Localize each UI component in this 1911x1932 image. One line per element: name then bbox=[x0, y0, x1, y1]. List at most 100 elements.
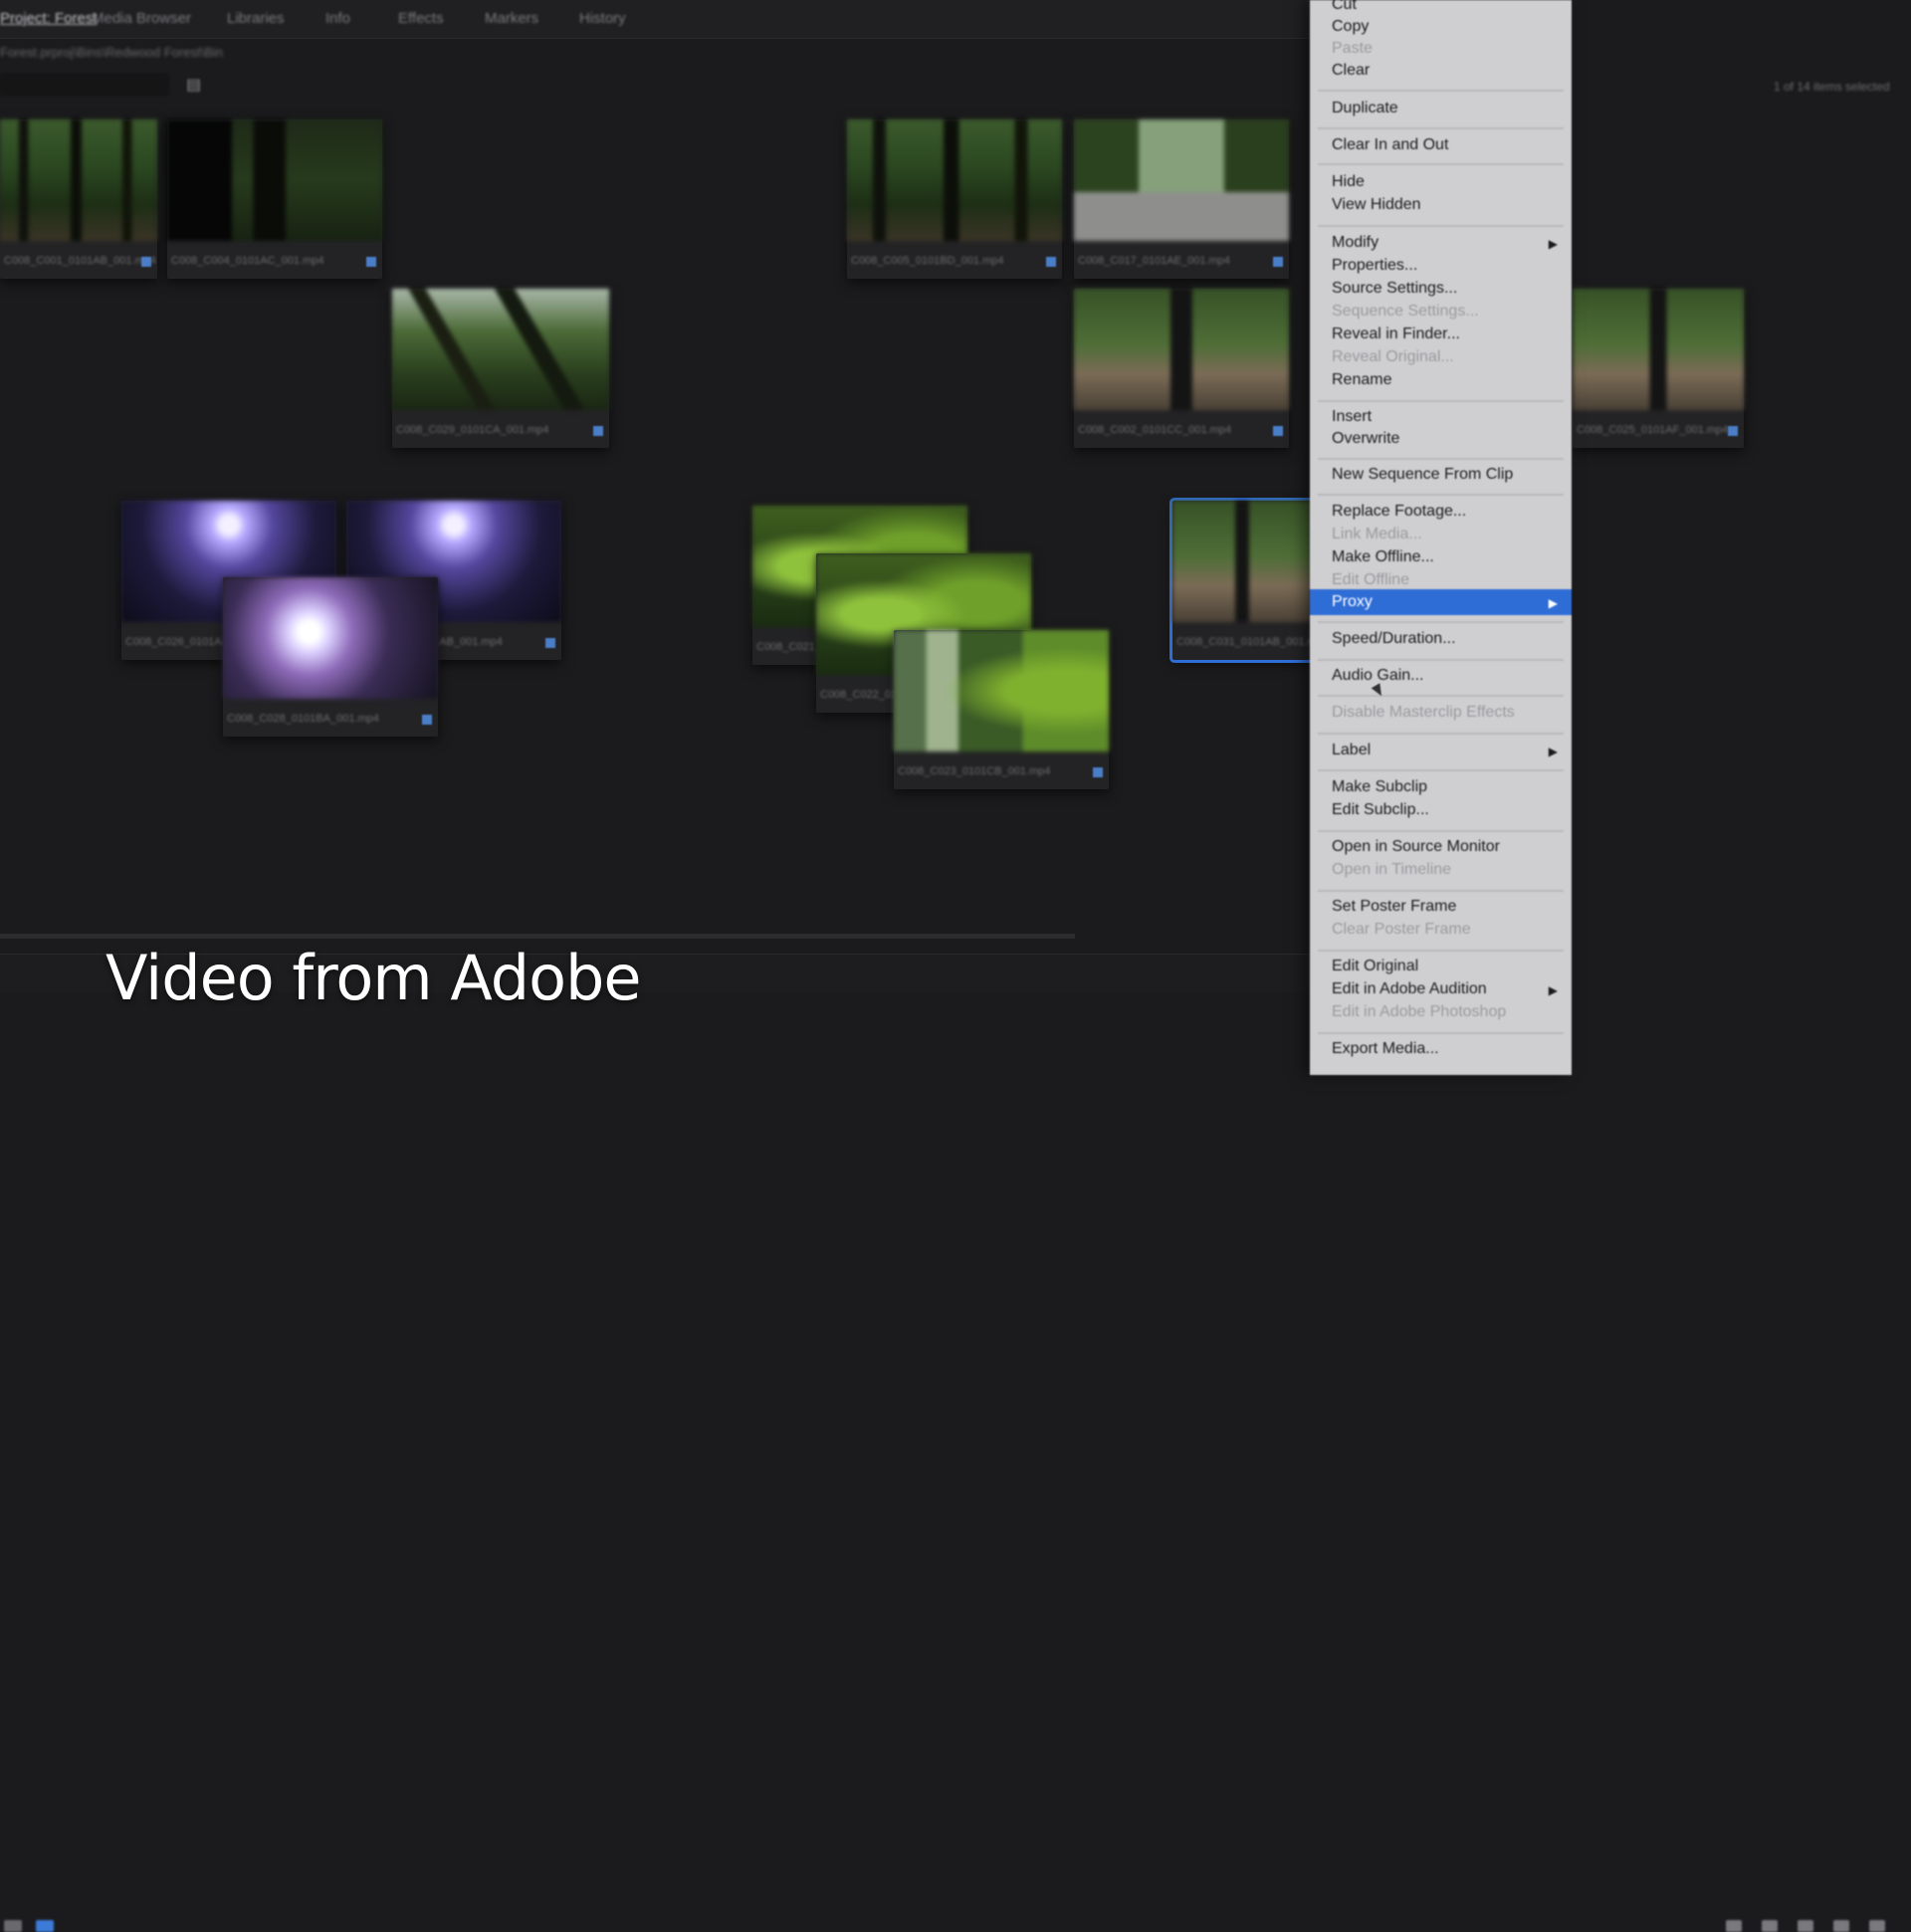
menu-item-set-poster-frame[interactable]: Set Poster Frame bbox=[1332, 898, 1456, 916]
right-panel-area bbox=[1573, 0, 1911, 1075]
clip-type-icon bbox=[1273, 257, 1283, 267]
menu-item-open-in-source-monitor[interactable]: Open in Source Monitor bbox=[1332, 838, 1500, 856]
new-bin-icon[interactable] bbox=[1798, 1920, 1813, 1932]
submenu-arrow-icon: ▶ bbox=[1548, 745, 1558, 758]
menu-item-open-in-timeline: Open in Timeline bbox=[1332, 861, 1452, 878]
menu-item-new-sequence-from-clip[interactable]: New Sequence From Clip bbox=[1332, 466, 1513, 484]
menu-separator bbox=[1318, 225, 1564, 227]
menu-item-make-offline[interactable]: Make Offline... bbox=[1332, 548, 1434, 566]
clip-thumbnail[interactable]: C008_C029_0101CA_001.mp4 bbox=[392, 289, 609, 448]
automate-to-sequence-icon[interactable] bbox=[1726, 1920, 1742, 1932]
menu-item-clear[interactable]: Clear bbox=[1332, 62, 1370, 80]
submenu-arrow-icon: ▶ bbox=[1548, 596, 1558, 610]
clip-thumb-image bbox=[894, 630, 1109, 751]
clip-thumbnail[interactable]: C008_C005_0101BD_001.mp4 bbox=[847, 119, 1062, 279]
clip-name: C008_C025_0101AF_001.mp4 bbox=[1577, 424, 1729, 436]
clip-type-icon bbox=[141, 257, 151, 267]
tab-markers[interactable]: Markers bbox=[485, 10, 538, 27]
menu-item-export-media[interactable]: Export Media... bbox=[1332, 1040, 1439, 1058]
clip-type-icon bbox=[545, 638, 555, 648]
clip-name: C008_C023_0101CB_001.mp4 bbox=[898, 765, 1051, 777]
menu-item-cut[interactable]: Cut bbox=[1332, 0, 1357, 14]
menu-item-rename[interactable]: Rename bbox=[1332, 371, 1391, 389]
menu-separator bbox=[1318, 1032, 1564, 1034]
clip-name: C008_C004_0101AC_001.mp4 bbox=[171, 255, 324, 267]
panel-tab-bar: Project: Forest Media Browser Libraries … bbox=[0, 0, 1309, 39]
selected-clip-thumbnail[interactable]: C008_C031_0101AB_001.mp4 bbox=[1169, 498, 1329, 663]
clip-thumbnail[interactable]: C008_C004_0101AC_001.mp4 bbox=[167, 119, 382, 279]
menu-separator bbox=[1318, 950, 1564, 952]
clip-name: C008_C001_0101AB_001.mp4 bbox=[4, 255, 156, 267]
clip-thumb-image bbox=[223, 577, 438, 699]
clip-thumb-image bbox=[167, 119, 382, 241]
menu-item-paste: Paste bbox=[1332, 40, 1373, 57]
menu-item-source-settings[interactable]: Source Settings... bbox=[1332, 280, 1457, 298]
find-icon[interactable] bbox=[1762, 1920, 1778, 1932]
menu-item-duplicate[interactable]: Duplicate bbox=[1332, 100, 1398, 117]
menu-item-view-hidden[interactable]: View Hidden bbox=[1332, 196, 1421, 214]
clip-thumb-image bbox=[847, 119, 1062, 241]
new-bin-icon[interactable]: ▤ bbox=[186, 75, 206, 94]
menu-item-overwrite[interactable]: Overwrite bbox=[1332, 430, 1399, 448]
menu-item-speed-duration[interactable]: Speed/Duration... bbox=[1332, 630, 1456, 648]
clip-thumb-image bbox=[0, 119, 157, 241]
menu-item-audio-gain[interactable]: Audio Gain... bbox=[1332, 667, 1424, 685]
freeform-view-icon[interactable] bbox=[36, 1920, 54, 1932]
tab-media-browser[interactable]: Media Browser bbox=[92, 10, 191, 27]
new-item-icon[interactable] bbox=[1833, 1920, 1849, 1932]
selection-count: 1 of 14 items selected bbox=[1774, 80, 1890, 94]
menu-item-sequence-settings: Sequence Settings... bbox=[1332, 303, 1479, 320]
menu-item-properties[interactable]: Properties... bbox=[1332, 257, 1417, 275]
clip-thumb-image bbox=[1074, 119, 1289, 241]
clip-thumbnail[interactable]: C008_C017_0101AE_001.mp4 bbox=[1074, 119, 1289, 279]
clip-name: C008_C005_0101BD_001.mp4 bbox=[851, 255, 1004, 267]
clip-name: C008_C002_0101CC_001.mp4 bbox=[1078, 424, 1232, 436]
menu-item-clear-in-out[interactable]: Clear In and Out bbox=[1332, 136, 1448, 154]
trash-icon[interactable] bbox=[1869, 1920, 1885, 1932]
menu-item-edit-in-adobe-photoshop: Edit in Adobe Photoshop bbox=[1332, 1003, 1507, 1020]
menu-separator bbox=[1318, 400, 1564, 402]
menu-item-insert[interactable]: Insert bbox=[1332, 408, 1372, 426]
video-watermark: Video from Adobe bbox=[106, 942, 642, 1014]
horizontal-scrollbar[interactable] bbox=[0, 934, 1075, 939]
menu-item-reveal-in-finder[interactable]: Reveal in Finder... bbox=[1332, 325, 1460, 343]
menu-separator bbox=[1318, 695, 1564, 697]
clip-thumbnail[interactable]: C008_C025_0101AF_001.mp4 bbox=[1573, 289, 1744, 448]
menu-separator bbox=[1318, 494, 1564, 496]
menu-item-edit-subclip[interactable]: Edit Subclip... bbox=[1332, 801, 1429, 819]
clip-thumbnail[interactable]: C008_C001_0101AB_001.mp4 bbox=[0, 119, 157, 279]
clip-thumbnail[interactable]: C008_C023_0101CB_001.mp4 bbox=[894, 630, 1109, 789]
menu-separator bbox=[1318, 458, 1564, 460]
menu-item-proxy[interactable]: Proxy bbox=[1332, 593, 1373, 611]
clip-thumbnail[interactable]: C008_C002_0101CC_001.mp4 bbox=[1074, 289, 1289, 448]
menu-item-hide[interactable]: Hide bbox=[1332, 173, 1365, 191]
menu-item-modify[interactable]: Modify bbox=[1332, 234, 1379, 252]
menu-item-link-media: Link Media... bbox=[1332, 526, 1422, 542]
menu-item-clear-poster-frame: Clear Poster Frame bbox=[1332, 921, 1471, 938]
tab-project[interactable]: Project: Forest bbox=[0, 10, 98, 27]
clip-type-icon bbox=[1273, 426, 1283, 436]
clip-type-icon bbox=[422, 715, 432, 725]
menu-separator bbox=[1318, 890, 1564, 892]
tab-effects[interactable]: Effects bbox=[398, 10, 444, 27]
menu-item-edit-original[interactable]: Edit Original bbox=[1332, 958, 1418, 975]
clip-name: C008_C031_0101AB_001.mp4 bbox=[1176, 636, 1329, 648]
clip-type-icon bbox=[1093, 767, 1103, 777]
tab-history[interactable]: History bbox=[579, 10, 626, 27]
clip-thumb-image bbox=[1172, 501, 1312, 622]
clip-thumbnail[interactable]: C008_C028_0101BA_001.mp4 bbox=[223, 577, 438, 737]
tab-info[interactable]: Info bbox=[325, 10, 350, 27]
menu-item-edit-in-adobe-audition[interactable]: Edit in Adobe Audition bbox=[1332, 980, 1487, 998]
clip-type-icon bbox=[593, 426, 603, 436]
menu-separator bbox=[1318, 90, 1564, 92]
menu-item-copy[interactable]: Copy bbox=[1332, 18, 1369, 36]
lock-icon[interactable] bbox=[4, 1920, 22, 1932]
menu-item-make-subclip[interactable]: Make Subclip bbox=[1332, 778, 1427, 796]
menu-item-replace-footage[interactable]: Replace Footage... bbox=[1332, 503, 1466, 521]
menu-separator bbox=[1318, 163, 1564, 165]
search-input[interactable] bbox=[0, 74, 169, 96]
tab-libraries[interactable]: Libraries bbox=[227, 10, 285, 27]
menu-item-label[interactable]: Label bbox=[1332, 742, 1371, 759]
menu-separator bbox=[1318, 659, 1564, 661]
menu-item-edit-offline: Edit Offline bbox=[1332, 571, 1409, 588]
